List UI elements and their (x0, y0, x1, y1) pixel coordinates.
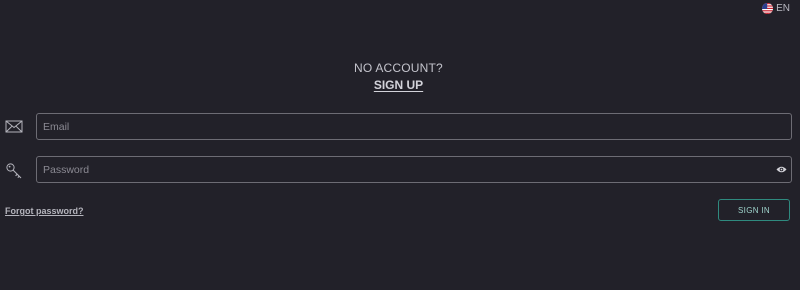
password-input[interactable] (37, 157, 791, 182)
language-selector[interactable]: EN (762, 3, 790, 14)
sign-in-button[interactable]: SIGN IN (718, 199, 790, 221)
key-icon (4, 161, 24, 179)
eye-icon[interactable] (776, 165, 787, 174)
us-flag-icon (762, 3, 774, 14)
language-code: EN (776, 3, 790, 14)
password-row (0, 156, 800, 184)
email-field-box (36, 113, 792, 140)
sign-up-link[interactable]: SIGN UP (374, 78, 423, 92)
login-screen: EN NO ACCOUNT? SIGN UP Email Forgot pass… (0, 0, 800, 290)
envelope-icon (4, 118, 24, 136)
password-field-box (36, 156, 792, 183)
no-account-text: NO ACCOUNT? (354, 61, 443, 75)
email-input[interactable] (37, 114, 791, 139)
forgot-password-link[interactable]: Forgot password? (5, 206, 84, 216)
email-row (0, 113, 800, 141)
